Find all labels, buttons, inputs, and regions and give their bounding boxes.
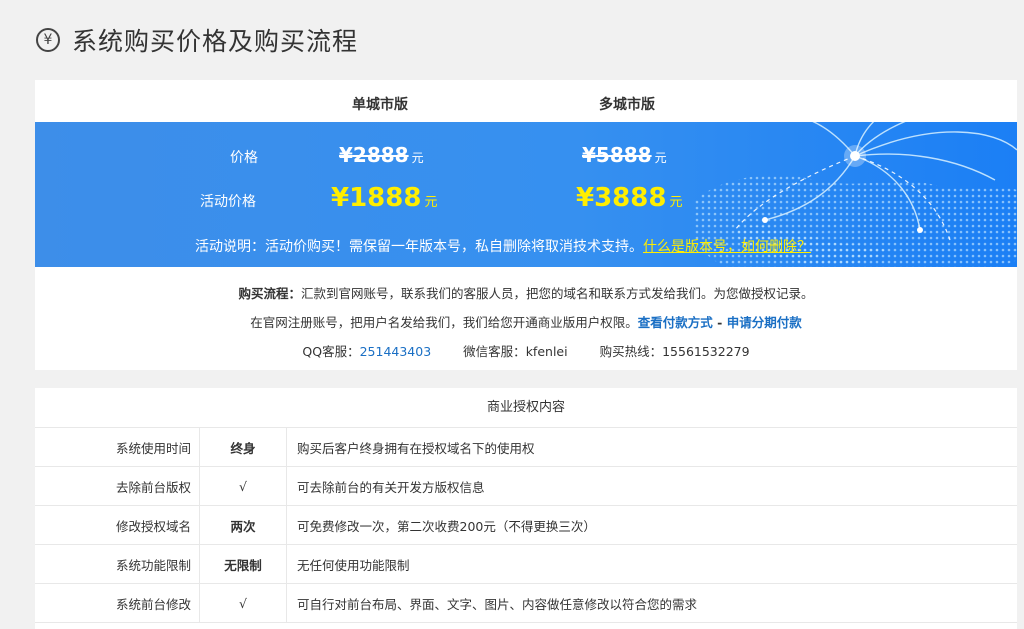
column-header-multi: 多城市版 bbox=[599, 97, 655, 113]
promo-price-label: 活动价格 bbox=[200, 194, 256, 210]
single-original-price: ¥2888 元 bbox=[339, 143, 424, 167]
hotline-number: 15561532279 bbox=[662, 344, 750, 359]
license-item-desc: 可自行对前台布局、界面、文字、图片、内容做任意修改以符合您的需求 bbox=[286, 583, 1017, 623]
license-item-name: 系统使用时间 bbox=[35, 428, 200, 467]
license-item-desc: 可免费修改一次，第二次收费200元（不得更换三次） bbox=[286, 505, 1017, 545]
wechat-id: kfenlei bbox=[525, 344, 568, 359]
license-table: 系统使用时间 终身 购买后客户终身拥有在授权域名下的使用权 去除前台版权 √ 可… bbox=[35, 428, 1017, 623]
table-row: 修改授权域名 两次 可免费修改一次，第二次收费200元（不得更换三次） bbox=[35, 505, 1017, 545]
license-item-value: 两次 bbox=[199, 505, 287, 545]
license-item-value: √ bbox=[199, 466, 287, 506]
license-item-name: 系统功能限制 bbox=[35, 544, 200, 584]
license-item-name: 去除前台版权 bbox=[35, 466, 200, 506]
purchase-process-label: 购买流程： bbox=[238, 286, 301, 301]
promo-notice: 活动说明：活动价购买！需保留一年版本号，私自删除将取消技术支持。什么是版本号，如… bbox=[195, 236, 811, 256]
multi-original-price: ¥5888 元 bbox=[582, 143, 667, 167]
purchase-process-line2: 在官网注册账号，把用户名发给我们，我们给您开通商业版用户权限。查看付款方式 - … bbox=[250, 315, 802, 330]
contact-line: QQ客服：251443403 微信客服：kfenlei 购买热线：155615322… bbox=[302, 344, 750, 359]
single-promo-price: ¥1888 元 bbox=[331, 183, 438, 213]
yen-circle-icon: ¥ bbox=[36, 28, 60, 52]
license-item-name: 系统前台修改 bbox=[35, 583, 200, 623]
license-item-name: 修改授权域名 bbox=[35, 505, 200, 545]
pricing-band: 价格 活动价格 ¥2888 元 ¥5888 元 ¥1888 元 ¥3888 元 活动说明… bbox=[35, 122, 1017, 267]
page-title: 系统购买价格及购买流程 bbox=[72, 27, 359, 56]
table-row: 系统使用时间 终身 购买后客户终身拥有在授权域名下的使用权 bbox=[35, 428, 1017, 467]
license-item-value: 终身 bbox=[199, 428, 287, 467]
license-item-desc: 可去除前台的有关开发方版权信息 bbox=[286, 466, 1017, 506]
license-item-value: √ bbox=[199, 583, 287, 623]
pricing-card: 单城市版 多城市版 价格 活动价格 ¥2888 元 ¥5888 元 ¥1888 … bbox=[35, 80, 1017, 370]
table-row: 系统功能限制 无限制 无任何使用功能限制 bbox=[35, 544, 1017, 584]
promo-notice-text: 活动说明：活动价购买！需保留一年版本号，私自删除将取消技术支持。 bbox=[195, 239, 643, 255]
multi-promo-price: ¥3888 元 bbox=[576, 183, 683, 213]
table-row: 系统前台修改 √ 可自行对前台布局、界面、文字、图片、内容做任意修改以符合您的需… bbox=[35, 583, 1017, 623]
price-label: 价格 bbox=[230, 150, 258, 166]
page-header: ¥ 系统购买价格及购买流程 bbox=[36, 22, 358, 58]
table-row: 去除前台版权 √ 可去除前台的有关开发方版权信息 bbox=[35, 466, 1017, 506]
license-card: 商业授权内容 系统使用时间 终身 购买后客户终身拥有在授权域名下的使用权 去除前… bbox=[35, 388, 1017, 629]
license-item-desc: 无任何使用功能限制 bbox=[286, 544, 1017, 584]
column-header-single: 单城市版 bbox=[352, 97, 408, 113]
payment-methods-link[interactable]: 查看付款方式 bbox=[638, 315, 713, 330]
purchase-process-line1: 购买流程：汇款到官网账号，联系我们的客服人员，把您的域名和联系方式发给我们。为您… bbox=[238, 286, 814, 301]
qq-number[interactable]: 251443403 bbox=[360, 344, 432, 359]
license-heading: 商业授权内容 bbox=[35, 388, 1017, 428]
installment-link[interactable]: 申请分期付款 bbox=[727, 315, 802, 330]
license-item-desc: 购买后客户终身拥有在授权域名下的使用权 bbox=[286, 428, 1017, 467]
version-help-link[interactable]: 什么是版本号，如何删除？ bbox=[643, 239, 811, 255]
license-item-value: 无限制 bbox=[199, 544, 287, 584]
